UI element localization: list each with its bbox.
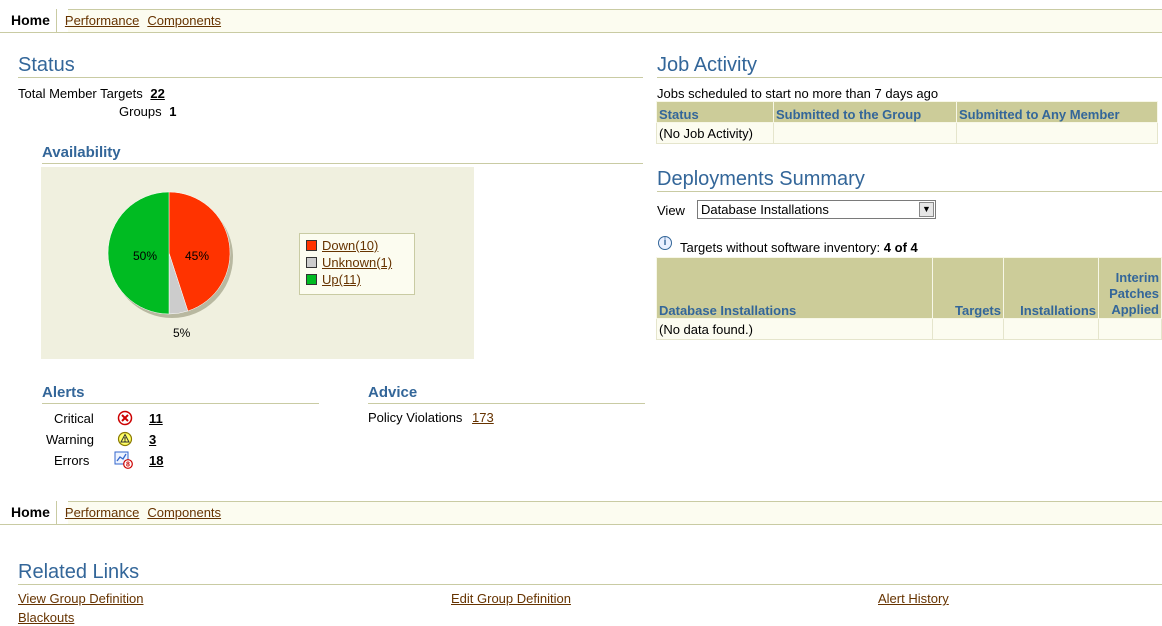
critical-count-link[interactable]: 11	[149, 411, 163, 426]
job-col-status: Status	[656, 101, 774, 123]
total-member-targets-row: Total Member Targets 22	[18, 86, 165, 101]
warning-count-link[interactable]: 3	[149, 432, 156, 447]
job-col-submitted-member: Submitted to Any Member	[956, 101, 1158, 123]
policy-violations-row: Policy Violations 173	[368, 410, 494, 425]
info-icon: i	[658, 236, 672, 250]
blackouts-link[interactable]: Blackouts	[18, 610, 74, 625]
pie-label-unknown: 5%	[173, 326, 191, 340]
availability-legend: Down(10) Unknown(1) Up(11)	[299, 233, 415, 295]
warning-icon	[117, 431, 133, 447]
bottom-tab-bar: Home Performance Components	[0, 501, 1162, 525]
table-cell	[1098, 318, 1162, 340]
policy-violations-link[interactable]: 173	[472, 410, 494, 425]
status-heading: Status	[18, 53, 643, 78]
table-cell	[932, 318, 1004, 340]
inventory-row: Targets without software inventory: 4 of…	[680, 240, 918, 255]
alerts-heading: Alerts	[42, 383, 319, 404]
warning-label: Warning	[46, 432, 94, 447]
inventory-label: Targets without software inventory:	[680, 240, 881, 255]
deployments-heading: Deployments Summary	[657, 167, 1162, 192]
table-row: (No data found.)	[656, 318, 1162, 340]
deploy-col-interim-patches: Interim Patches Applied	[1098, 257, 1162, 319]
total-member-targets-label: Total Member Targets	[18, 86, 143, 101]
legend-link-unknown[interactable]: Unknown(1)	[322, 255, 392, 270]
deploy-col-installations: Installations	[1003, 257, 1099, 319]
chevron-down-icon[interactable]: ▼	[919, 202, 934, 217]
groups-value: 1	[169, 104, 177, 119]
job-activity-heading: Job Activity	[657, 53, 1162, 78]
table-cell	[773, 122, 957, 144]
legend-swatch-unknown	[306, 257, 317, 268]
errors-icon: 8	[114, 451, 133, 469]
top-tab-bar: Home Performance Components	[0, 9, 1162, 33]
legend-item-unknown: Unknown(1)	[306, 254, 414, 271]
job-col-submitted-group: Submitted to the Group	[773, 101, 957, 123]
groups-label: Groups	[119, 104, 162, 119]
view-label: View	[657, 203, 685, 218]
tab-components[interactable]: Components	[147, 501, 221, 524]
legend-item-down: Down(10)	[306, 237, 414, 254]
total-member-targets-link[interactable]: 22	[150, 86, 164, 101]
view-select-value: Database Installations	[701, 202, 829, 217]
inventory-value: 4 of 4	[883, 240, 918, 255]
tab-bar-background	[68, 501, 1162, 524]
pie-label-up: 50%	[133, 249, 157, 263]
tab-performance[interactable]: Performance	[65, 501, 139, 524]
groups-row: Groups 1	[119, 104, 177, 119]
job-empty-cell: (No Job Activity)	[656, 122, 774, 144]
tab-home[interactable]: Home	[0, 501, 57, 524]
tab-home[interactable]: Home	[0, 9, 57, 32]
tab-components[interactable]: Components	[147, 9, 221, 32]
table-cell	[956, 122, 1158, 144]
deploy-empty-cell: (No data found.)	[656, 318, 933, 340]
policy-violations-label: Policy Violations	[368, 410, 463, 425]
alert-history-link[interactable]: Alert History	[878, 591, 949, 606]
legend-item-up: Up(11)	[306, 271, 414, 288]
legend-swatch-down	[306, 240, 317, 251]
job-activity-table: Status Submitted to the Group Submitted …	[656, 101, 1158, 144]
availability-heading: Availability	[42, 143, 643, 164]
deployments-table: Database Installations Targets Installat…	[656, 257, 1162, 340]
svg-text:8: 8	[126, 462, 130, 469]
table-row: (No Job Activity)	[656, 122, 1158, 144]
deploy-col-targets: Targets	[932, 257, 1004, 319]
pie-label-down: 45%	[185, 249, 209, 263]
advice-heading: Advice	[368, 383, 645, 404]
tab-performance[interactable]: Performance	[65, 9, 139, 32]
legend-link-up[interactable]: Up(11)	[322, 272, 361, 287]
critical-label: Critical	[54, 411, 94, 426]
availability-pie-chart: 50% 45% 5%	[107, 191, 233, 340]
view-group-definition-link[interactable]: View Group Definition	[18, 591, 144, 606]
related-links-heading: Related Links	[18, 560, 1162, 585]
legend-link-down[interactable]: Down(10)	[322, 238, 378, 253]
deploy-col-database-installations: Database Installations	[656, 257, 933, 319]
legend-swatch-up	[306, 274, 317, 285]
critical-icon	[117, 410, 133, 426]
view-select[interactable]: Database Installations ▼	[697, 200, 936, 219]
job-activity-caption: Jobs scheduled to start no more than 7 d…	[657, 86, 939, 101]
errors-label: Errors	[54, 453, 90, 468]
tab-bar-background	[68, 9, 1162, 32]
edit-group-definition-link[interactable]: Edit Group Definition	[451, 591, 571, 606]
errors-count-link[interactable]: 18	[149, 453, 163, 468]
table-cell	[1003, 318, 1099, 340]
